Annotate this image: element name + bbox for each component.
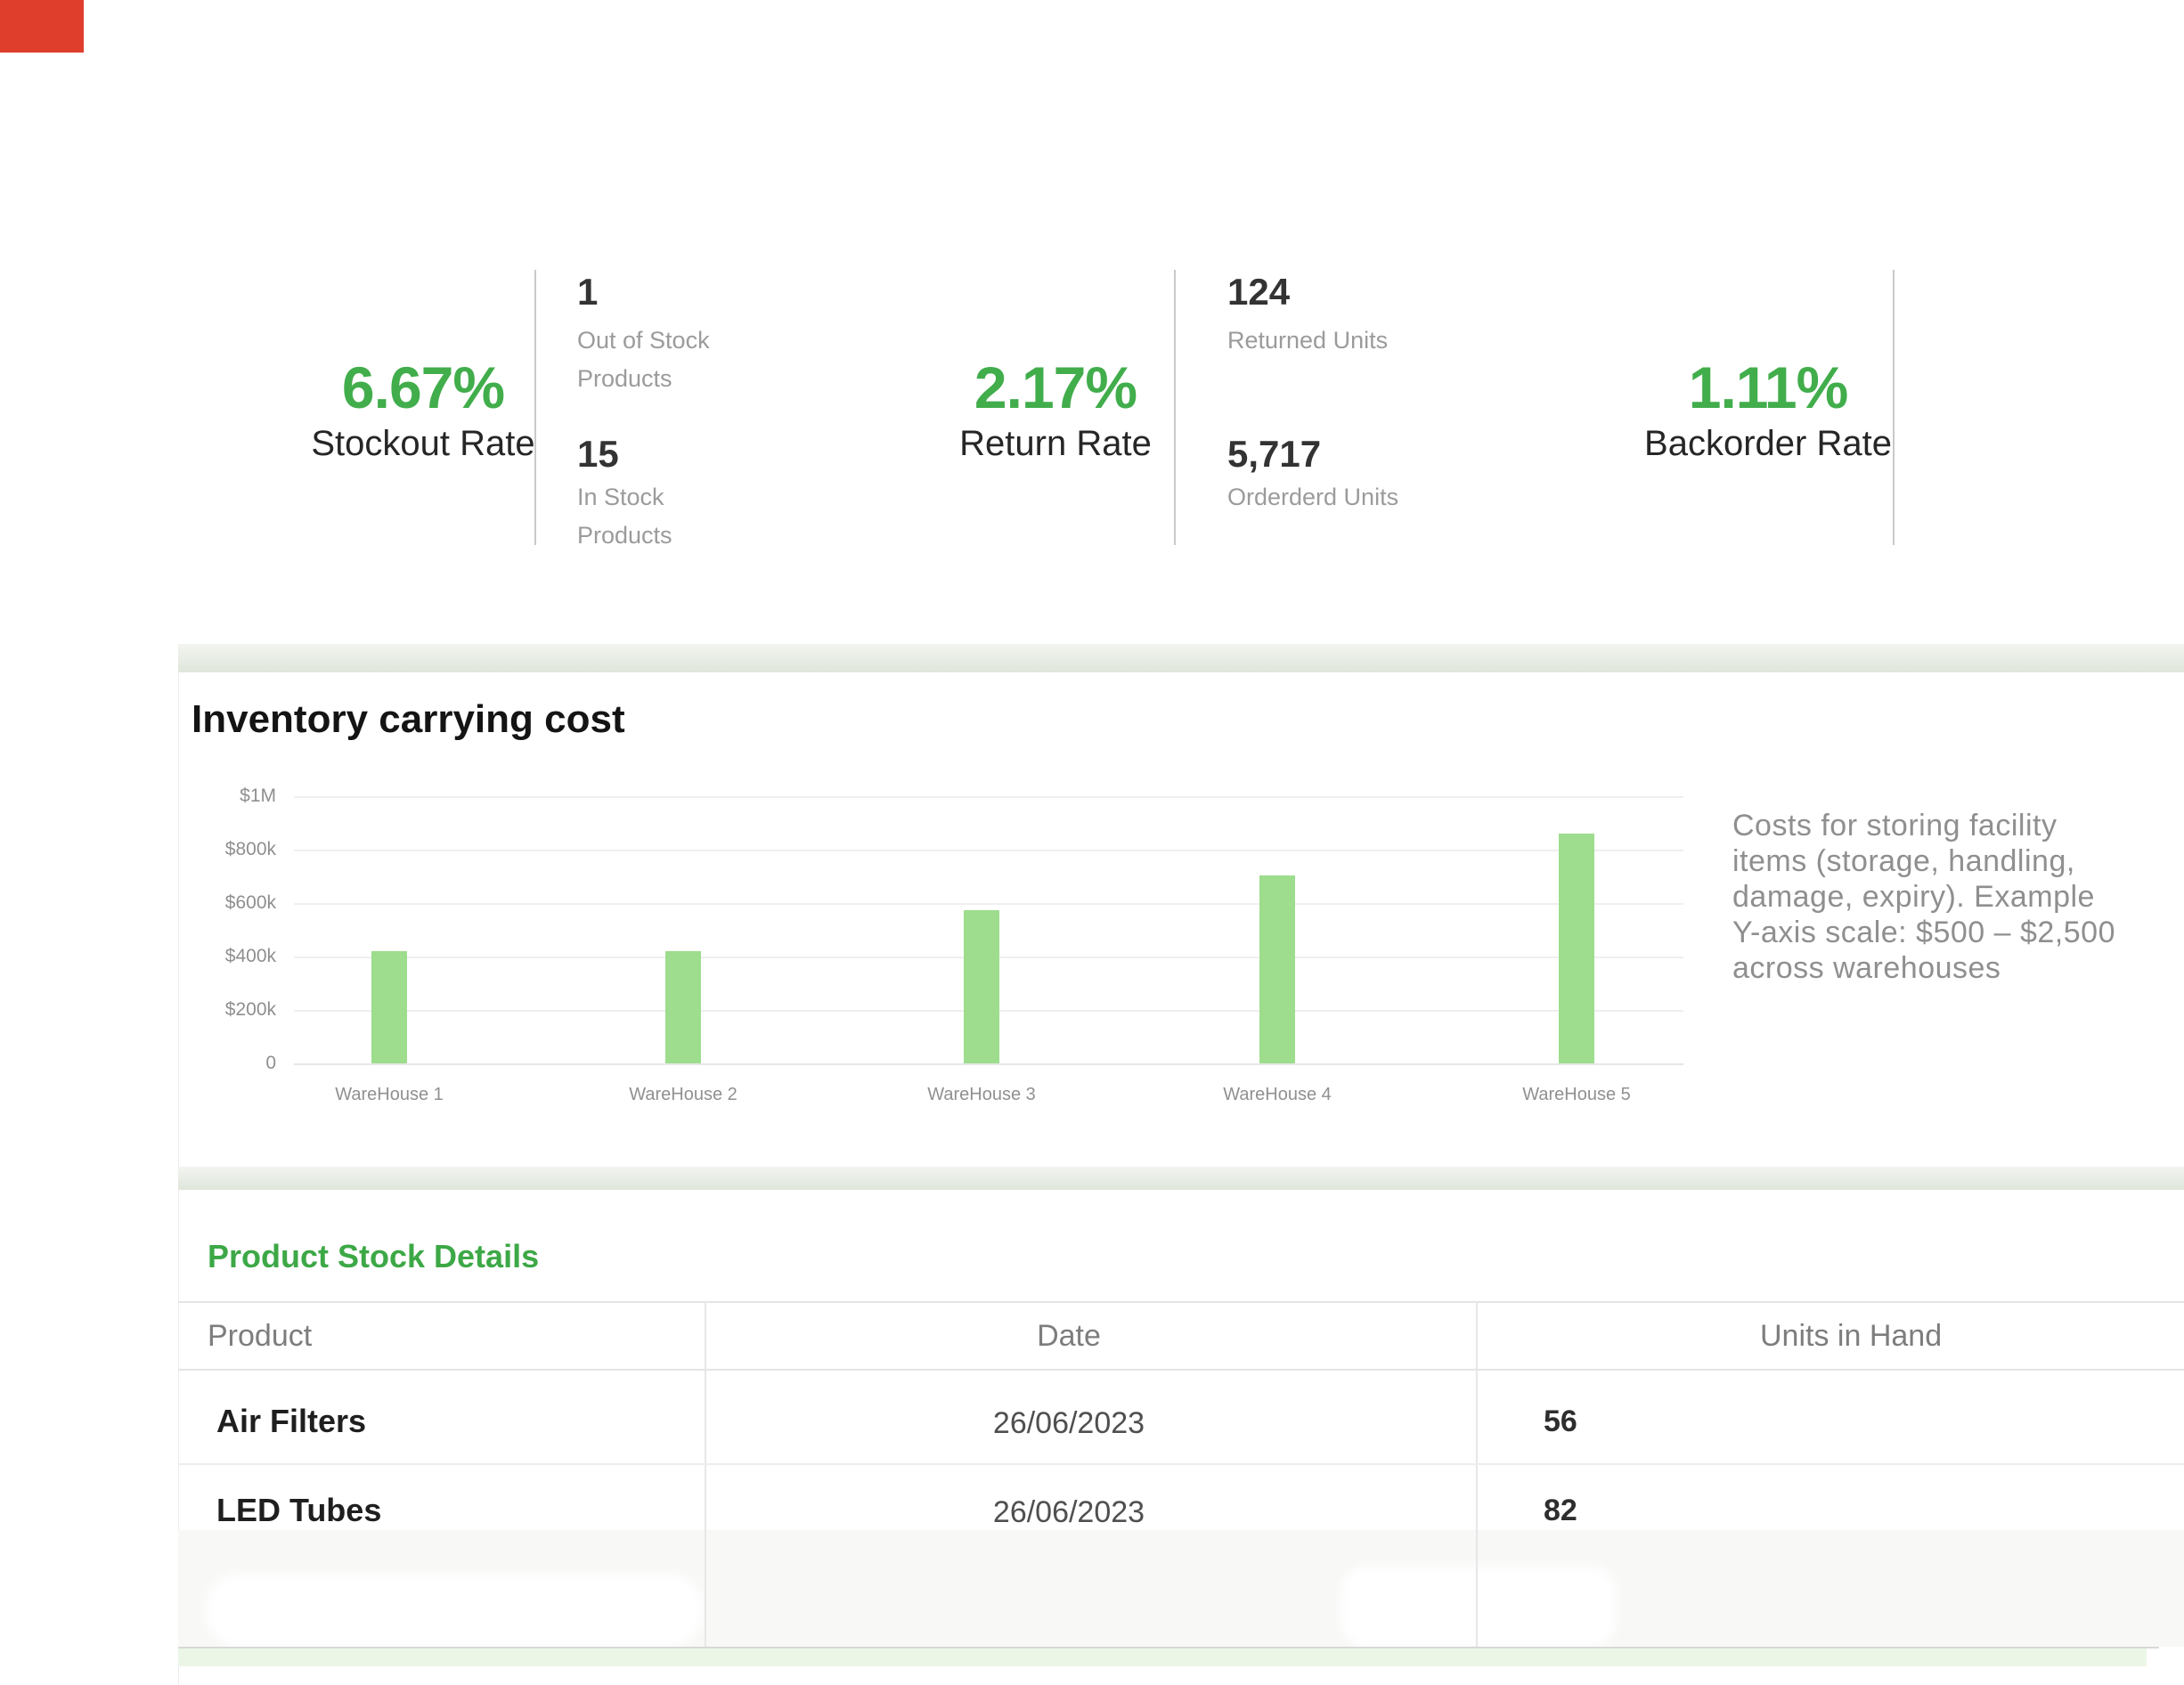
blurred-placeholder: [1341, 1566, 1617, 1648]
chart-gridline: [294, 903, 1683, 905]
y-axis-tick-label: 0: [178, 1054, 276, 1073]
bar-warehouse-3[interactable]: [964, 910, 999, 1063]
chart-gridline: [294, 850, 1683, 851]
x-axis-label: WareHouse 2: [585, 1085, 781, 1105]
table-column-divider-2-lower: [1476, 1530, 1478, 1647]
backorder-rate-value: 1.11%: [1590, 358, 1946, 417]
kpi-in-stock-count: 15 In Stock Products: [577, 435, 672, 548]
in-stock-label-line2: Products: [577, 523, 672, 548]
return-rate-label: Return Rate: [877, 426, 1234, 461]
cell-units: 82: [1544, 1494, 1577, 1528]
ordered-units-label: Orderderd Units: [1227, 484, 1398, 509]
in-stock-label-line1: In Stock: [577, 484, 672, 509]
cell-units: 56: [1544, 1404, 1577, 1439]
chart-note: Costs for storing facility items (storag…: [1732, 808, 2184, 986]
bar-warehouse-4[interactable]: [1259, 875, 1295, 1063]
inventory-dashboard: { "page": { "red_marker_color": "#e03e2d…: [0, 0, 2184, 1685]
cell-date: 26/06/2023: [656, 1495, 1481, 1530]
chart-title: Inventory carrying cost: [192, 697, 625, 742]
column-header-date: Date: [835, 1320, 1303, 1352]
returned-units-value: 124: [1227, 273, 1388, 312]
recording-indicator: [0, 0, 84, 53]
cell-product: Air Filters: [216, 1403, 366, 1440]
kpi-returned-units: 124 Returned Units: [1227, 273, 1388, 353]
kpi-stockout-rate: 6.67% Stockout Rate: [245, 358, 601, 461]
table-row[interactable]: Air Filters 26/06/2023 56: [178, 1374, 2184, 1465]
chart-gridline: [294, 796, 1683, 798]
column-header-units: Units in Hand: [1760, 1320, 1942, 1352]
chart-card-top-band: [178, 644, 2184, 672]
bar-warehouse-2[interactable]: [665, 951, 701, 1063]
y-axis-tick-label: $800k: [178, 840, 276, 859]
cell-date: 26/06/2023: [656, 1406, 1481, 1441]
bar-warehouse-5[interactable]: [1559, 834, 1594, 1063]
stockout-rate-value: 6.67%: [245, 358, 601, 417]
x-axis-label: WareHouse 4: [1179, 1085, 1375, 1105]
table-title: Product Stock Details: [208, 1238, 539, 1275]
returned-units-label: Returned Units: [1227, 328, 1388, 353]
kpi-backorder-rate: 1.11% Backorder Rate: [1590, 358, 1946, 461]
blurred-placeholder: [205, 1573, 704, 1648]
y-axis-tick-label: $400k: [178, 947, 276, 966]
y-axis-tick-label: $600k: [178, 893, 276, 913]
kpi-return-rate: 2.17% Return Rate: [877, 358, 1234, 461]
cell-product: LED Tubes: [216, 1492, 381, 1529]
column-header-product: Product: [208, 1320, 312, 1352]
out-of-stock-label-line2: Products: [577, 366, 710, 391]
footer-green-strip: [178, 1648, 2147, 1666]
table-card-top-band: [178, 1167, 2184, 1190]
table-column-divider-1-lower: [705, 1530, 706, 1647]
chart-card-left-border: [178, 672, 179, 1168]
x-axis-label: WareHouse 5: [1479, 1085, 1675, 1105]
x-axis-label: WareHouse 3: [884, 1085, 1080, 1105]
return-rate-value: 2.17%: [877, 358, 1234, 417]
table-header-top-border: [178, 1301, 2184, 1303]
stockout-rate-label: Stockout Rate: [245, 426, 601, 461]
kpi-out-of-stock-count: 1 Out of Stock Products: [577, 273, 710, 391]
out-of-stock-label-line1: Out of Stock: [577, 328, 710, 353]
x-axis-label: WareHouse 1: [291, 1085, 487, 1105]
backorder-rate-label: Backorder Rate: [1590, 426, 1946, 461]
ordered-units-value: 5,717: [1227, 435, 1398, 474]
y-axis-tick-label: $200k: [178, 1000, 276, 1020]
out-of-stock-value: 1: [577, 273, 710, 312]
table-header-bottom-border: [178, 1369, 2184, 1371]
kpi-ordered-units: 5,717 Orderderd Units: [1227, 435, 1398, 509]
bar-warehouse-1[interactable]: [371, 951, 407, 1063]
y-axis-tick-label: $1M: [178, 786, 276, 806]
in-stock-value: 15: [577, 435, 672, 474]
chart-gridline: [294, 1063, 1683, 1065]
